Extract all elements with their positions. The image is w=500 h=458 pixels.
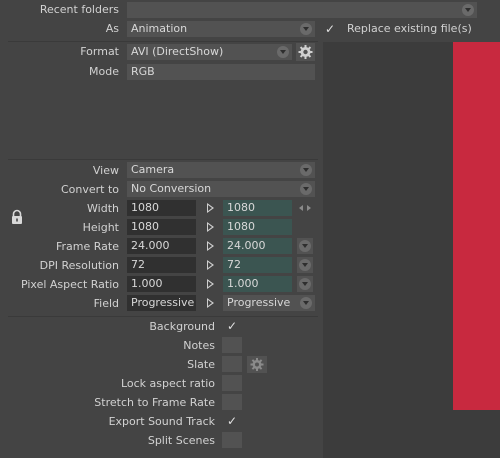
view-dropdown[interactable]: Camera bbox=[127, 162, 315, 178]
convert-to-dropdown[interactable]: No Conversion bbox=[127, 181, 315, 197]
as-label: As bbox=[105, 22, 119, 35]
pixel-aspect-input[interactable]: 1.000 bbox=[127, 276, 196, 292]
field-output-dropdown[interactable]: Progressive bbox=[223, 295, 315, 311]
play-arrow-icon bbox=[207, 241, 214, 251]
convert-to-label: Convert to bbox=[60, 183, 119, 196]
background-label: Background bbox=[149, 320, 215, 333]
play-arrow-icon bbox=[207, 279, 214, 289]
height-input[interactable]: 1080 bbox=[127, 219, 196, 235]
play-arrow-icon bbox=[207, 222, 214, 232]
width-output[interactable]: 1080 bbox=[223, 200, 292, 216]
height-output[interactable]: 1080 bbox=[223, 219, 292, 235]
divider bbox=[8, 316, 318, 317]
stretch-to-frame-rate-label: Stretch to Frame Rate bbox=[94, 396, 215, 409]
stretch-to-frame-rate-checkbox[interactable] bbox=[222, 394, 242, 410]
notes-checkbox[interactable] bbox=[222, 337, 242, 353]
dropdown-arrow-icon bbox=[300, 23, 312, 35]
convert-to-value: No Conversion bbox=[131, 182, 212, 195]
export-sound-track-label: Export Sound Track bbox=[108, 415, 215, 428]
format-dropdown[interactable]: AVI (DirectShow) bbox=[127, 44, 292, 60]
field-output-value: Progressive bbox=[227, 296, 291, 309]
checkmark-icon: ✓ bbox=[226, 319, 238, 333]
recent-folders-label: Recent folders bbox=[39, 3, 119, 16]
replace-existing-label: Replace existing file(s) bbox=[347, 22, 472, 35]
export-sound-track-checkbox[interactable]: ✓ bbox=[222, 413, 242, 429]
link-arrows-icon[interactable] bbox=[298, 203, 312, 213]
frame-rate-dropdown-button[interactable] bbox=[297, 238, 313, 254]
slate-checkbox[interactable] bbox=[222, 356, 242, 372]
gear-icon bbox=[250, 358, 264, 371]
slate-label: Slate bbox=[187, 358, 215, 371]
width-label: Width bbox=[87, 202, 119, 215]
dropdown-arrow-icon bbox=[299, 278, 311, 290]
pixel-aspect-dropdown-button[interactable] bbox=[297, 276, 313, 292]
dpi-label: DPI Resolution bbox=[39, 259, 119, 272]
dropdown-arrow-icon bbox=[300, 164, 312, 176]
dpi-dropdown-button[interactable] bbox=[297, 257, 313, 273]
dropdown-arrow-icon bbox=[299, 259, 311, 271]
frame-rate-output[interactable]: 24.000 bbox=[223, 238, 292, 254]
format-settings-button[interactable] bbox=[296, 43, 315, 61]
mode-value: RGB bbox=[131, 65, 155, 78]
dpi-input[interactable]: 72 bbox=[127, 257, 196, 273]
lock-aspect-ratio-label: Lock aspect ratio bbox=[120, 377, 215, 390]
play-arrow-icon bbox=[207, 203, 214, 213]
dropdown-arrow-icon bbox=[300, 297, 312, 309]
checkmark-icon: ✓ bbox=[324, 22, 336, 36]
slate-settings-button[interactable] bbox=[247, 356, 267, 373]
format-label: Format bbox=[80, 45, 119, 58]
frame-rate-input[interactable]: 24.000 bbox=[127, 238, 196, 254]
gear-icon bbox=[298, 45, 313, 59]
field-label: Field bbox=[93, 297, 119, 310]
split-scenes-label: Split Scenes bbox=[147, 434, 215, 447]
pixel-aspect-output[interactable]: 1.000 bbox=[223, 276, 292, 292]
divider bbox=[8, 159, 318, 160]
dropdown-arrow-icon bbox=[300, 183, 312, 195]
mode-label: Mode bbox=[89, 65, 119, 78]
view-label: View bbox=[92, 164, 119, 177]
as-dropdown[interactable]: Animation bbox=[127, 21, 315, 37]
dropdown-arrow-icon bbox=[277, 46, 289, 58]
frame-rate-label: Frame Rate bbox=[56, 240, 119, 253]
field-input[interactable]: Progressive bbox=[127, 295, 196, 311]
background-checkbox[interactable]: ✓ bbox=[222, 318, 242, 334]
play-arrow-icon bbox=[207, 260, 214, 270]
as-value: Animation bbox=[131, 22, 188, 35]
mode-field[interactable]: RGB bbox=[127, 64, 315, 80]
pixel-aspect-label: Pixel Aspect Ratio bbox=[20, 278, 119, 291]
format-value: AVI (DirectShow) bbox=[131, 45, 224, 58]
preview-frame bbox=[453, 42, 500, 410]
lock-aspect-ratio-checkbox[interactable] bbox=[222, 375, 242, 391]
replace-existing-checkbox[interactable]: ✓ bbox=[322, 21, 338, 37]
divider bbox=[8, 41, 318, 42]
dropdown-arrow-icon bbox=[462, 4, 474, 16]
checkmark-icon: ✓ bbox=[226, 414, 238, 428]
view-value: Camera bbox=[131, 163, 175, 176]
width-input[interactable]: 1080 bbox=[127, 200, 196, 216]
play-arrow-icon bbox=[207, 298, 214, 308]
dpi-output[interactable]: 72 bbox=[223, 257, 292, 273]
split-scenes-checkbox[interactable] bbox=[222, 432, 242, 448]
height-label: Height bbox=[82, 221, 119, 234]
recent-folders-dropdown[interactable] bbox=[127, 2, 477, 18]
notes-label: Notes bbox=[183, 339, 215, 352]
dropdown-arrow-icon bbox=[299, 240, 311, 252]
